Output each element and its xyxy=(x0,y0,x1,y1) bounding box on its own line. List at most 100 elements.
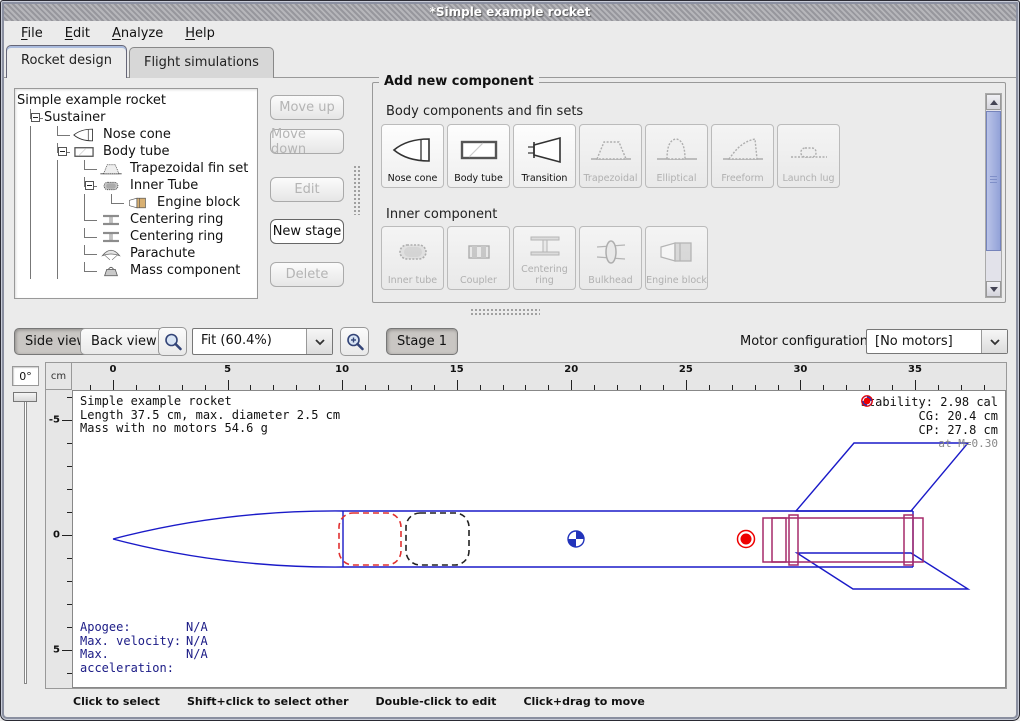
component-button-body-tube[interactable]: Body tube xyxy=(447,124,510,188)
fin-freeform-icon xyxy=(721,135,765,165)
zoom-out-button[interactable] xyxy=(158,327,187,356)
tree-item-engine-block[interactable]: Engine block xyxy=(17,194,255,211)
delete-button[interactable]: Delete xyxy=(270,262,344,287)
tree-item-centering-ring[interactable]: Centering ring xyxy=(17,211,255,228)
fin-elliptical-icon xyxy=(655,135,699,165)
tab-rocket-design[interactable]: Rocket design xyxy=(6,45,127,78)
zoom-in-button[interactable] xyxy=(340,327,369,356)
component-button-inner-tube[interactable]: Inner tube xyxy=(381,226,444,290)
component-button-coupler[interactable]: Coupler xyxy=(447,226,510,290)
title-bar[interactable]: *Simple example rocket xyxy=(3,3,1017,21)
horizontal-splitter-handle[interactable] xyxy=(470,308,540,317)
menu-help[interactable]: Help xyxy=(176,24,224,43)
tree-item-parachute[interactable]: Parachute xyxy=(17,245,255,262)
tab-flight-simulations[interactable]: Flight simulations xyxy=(129,47,274,78)
centering-ring-rear[interactable] xyxy=(904,515,913,565)
move-up-button[interactable]: Move up xyxy=(270,95,344,120)
body-tube-icon xyxy=(457,125,501,174)
magnifier-icon xyxy=(163,332,183,352)
tree-item-sustainer[interactable]: Sustainer xyxy=(17,109,255,126)
tree-item-body-tube[interactable]: Body tube xyxy=(17,143,255,160)
rotation-slider-track[interactable] xyxy=(24,394,27,684)
component-button-bulkhead[interactable]: Bulkhead xyxy=(579,226,642,290)
rotation-slider-handle[interactable] xyxy=(13,392,37,402)
ruler-tick xyxy=(800,380,801,390)
component-button-elliptical[interactable]: Elliptical xyxy=(645,124,708,188)
new-stage-button[interactable]: New stage xyxy=(270,219,344,244)
tree-connector xyxy=(17,109,31,126)
tree-item-inner-tube[interactable]: Inner Tube xyxy=(17,177,255,194)
stage-1-toggle[interactable]: Stage 1 xyxy=(386,328,458,355)
menu-file[interactable]: File xyxy=(12,24,52,43)
ruler-tick xyxy=(342,380,343,390)
menu-analyze[interactable]: Analyze xyxy=(103,24,172,43)
tree-item-trapezoidal-fin-set[interactable]: Trapezoidal fin set xyxy=(17,160,255,177)
back-view-button[interactable]: Back view xyxy=(80,328,168,355)
centering-ring-icon xyxy=(523,227,567,265)
coupler-icon xyxy=(457,237,501,267)
component-button-label: Elliptical xyxy=(657,174,697,185)
fin-trapezoid-icon xyxy=(98,161,124,177)
zoom-level-combobox[interactable]: Fit (60.4%) xyxy=(192,328,333,355)
nose-cone-icon xyxy=(71,127,97,143)
tree-item-simple-example-rocket[interactable]: Simple example rocket xyxy=(17,92,255,109)
component-button-nose-cone[interactable]: Nose cone xyxy=(381,124,444,188)
centering-ring-front[interactable] xyxy=(789,515,798,565)
component-button-label: Body tube xyxy=(454,174,503,185)
centering-ring-icon xyxy=(98,212,124,228)
tree-item-label: Nose cone xyxy=(103,127,171,142)
fin-bottom[interactable] xyxy=(797,553,968,589)
component-tree[interactable]: Simple example rocketSustainerNose coneB… xyxy=(14,88,258,299)
motor-configuration-label: Motor configuration: xyxy=(740,334,872,349)
scroll-down-button[interactable] xyxy=(986,281,1001,297)
component-button-label: Launch lug xyxy=(782,174,834,185)
add-panel-scrollbar[interactable] xyxy=(985,93,1002,298)
tree-guide-line xyxy=(17,177,44,194)
inner-tube-assembly[interactable] xyxy=(763,515,923,565)
inner-tube-outline[interactable] xyxy=(763,518,923,562)
component-button-engine-block[interactable]: Engine block xyxy=(645,226,708,290)
tree-collapse-toggle[interactable] xyxy=(58,147,67,156)
tree-item-nose-cone[interactable]: Nose cone xyxy=(17,126,255,143)
component-button-freeform[interactable]: Freeform xyxy=(711,124,774,188)
flight-info: Apogee:N/AMax. velocity:N/AMax. accelera… xyxy=(80,621,208,675)
move-down-button[interactable]: Move down xyxy=(270,129,344,154)
tree-guide-line xyxy=(44,194,71,211)
scrollbar-thumb[interactable] xyxy=(986,111,1001,251)
component-button-launch-lug[interactable]: Launch lug xyxy=(777,124,840,188)
rocket-design-canvas[interactable]: Simple example rocket Length 37.5 cm, ma… xyxy=(72,390,1006,688)
component-button-centering-ring[interactable]: Centering ring xyxy=(513,226,576,290)
add-new-component-panel: Add new component Body components and fi… xyxy=(372,82,1006,303)
fin-top[interactable] xyxy=(796,443,968,511)
ruler-label: 20 xyxy=(564,364,578,375)
motor-configuration-combobox[interactable]: [No motors] xyxy=(866,329,1008,354)
scroll-up-button[interactable] xyxy=(986,94,1001,110)
mach-condition: at M=0.30 xyxy=(938,437,998,451)
tree-collapse-toggle[interactable] xyxy=(85,181,94,190)
engine-block-outline[interactable] xyxy=(772,518,786,562)
vertical-splitter-handle[interactable] xyxy=(353,165,362,215)
ruler-tick xyxy=(571,380,572,390)
nose-cone-icon xyxy=(391,125,435,174)
menu-edit[interactable]: Edit xyxy=(56,24,99,43)
component-button-transition[interactable]: Transition xyxy=(513,124,576,188)
flight-info-row: Max. acceleration:N/A xyxy=(80,648,208,675)
ruler-label: 25 xyxy=(679,364,693,375)
component-button-label: Freeform xyxy=(721,174,763,185)
component-button-trapezoidal[interactable]: Trapezoidal xyxy=(579,124,642,188)
rocket-info-text: Simple example rocket Length 37.5 cm, ma… xyxy=(80,395,340,436)
tree-connector xyxy=(71,262,98,279)
tree-item-centering-ring[interactable]: Centering ring xyxy=(17,228,255,245)
tree-collapse-toggle[interactable] xyxy=(31,113,40,122)
flight-info-row: Max. velocity:N/A xyxy=(80,635,208,649)
ruler-label: 0 xyxy=(53,530,60,541)
tree-item-mass-component[interactable]: Mass component xyxy=(17,262,255,279)
coupler-icon xyxy=(457,227,501,276)
edit-button[interactable]: Edit xyxy=(270,177,344,202)
rocket-outline[interactable] xyxy=(113,443,968,589)
ruler-tick xyxy=(62,535,72,536)
stability-value: Stability: 2.98 cal xyxy=(861,395,998,409)
centering-ring-icon xyxy=(98,212,124,228)
parachute-outline[interactable] xyxy=(339,513,401,565)
mass-component-outline[interactable] xyxy=(406,513,469,565)
